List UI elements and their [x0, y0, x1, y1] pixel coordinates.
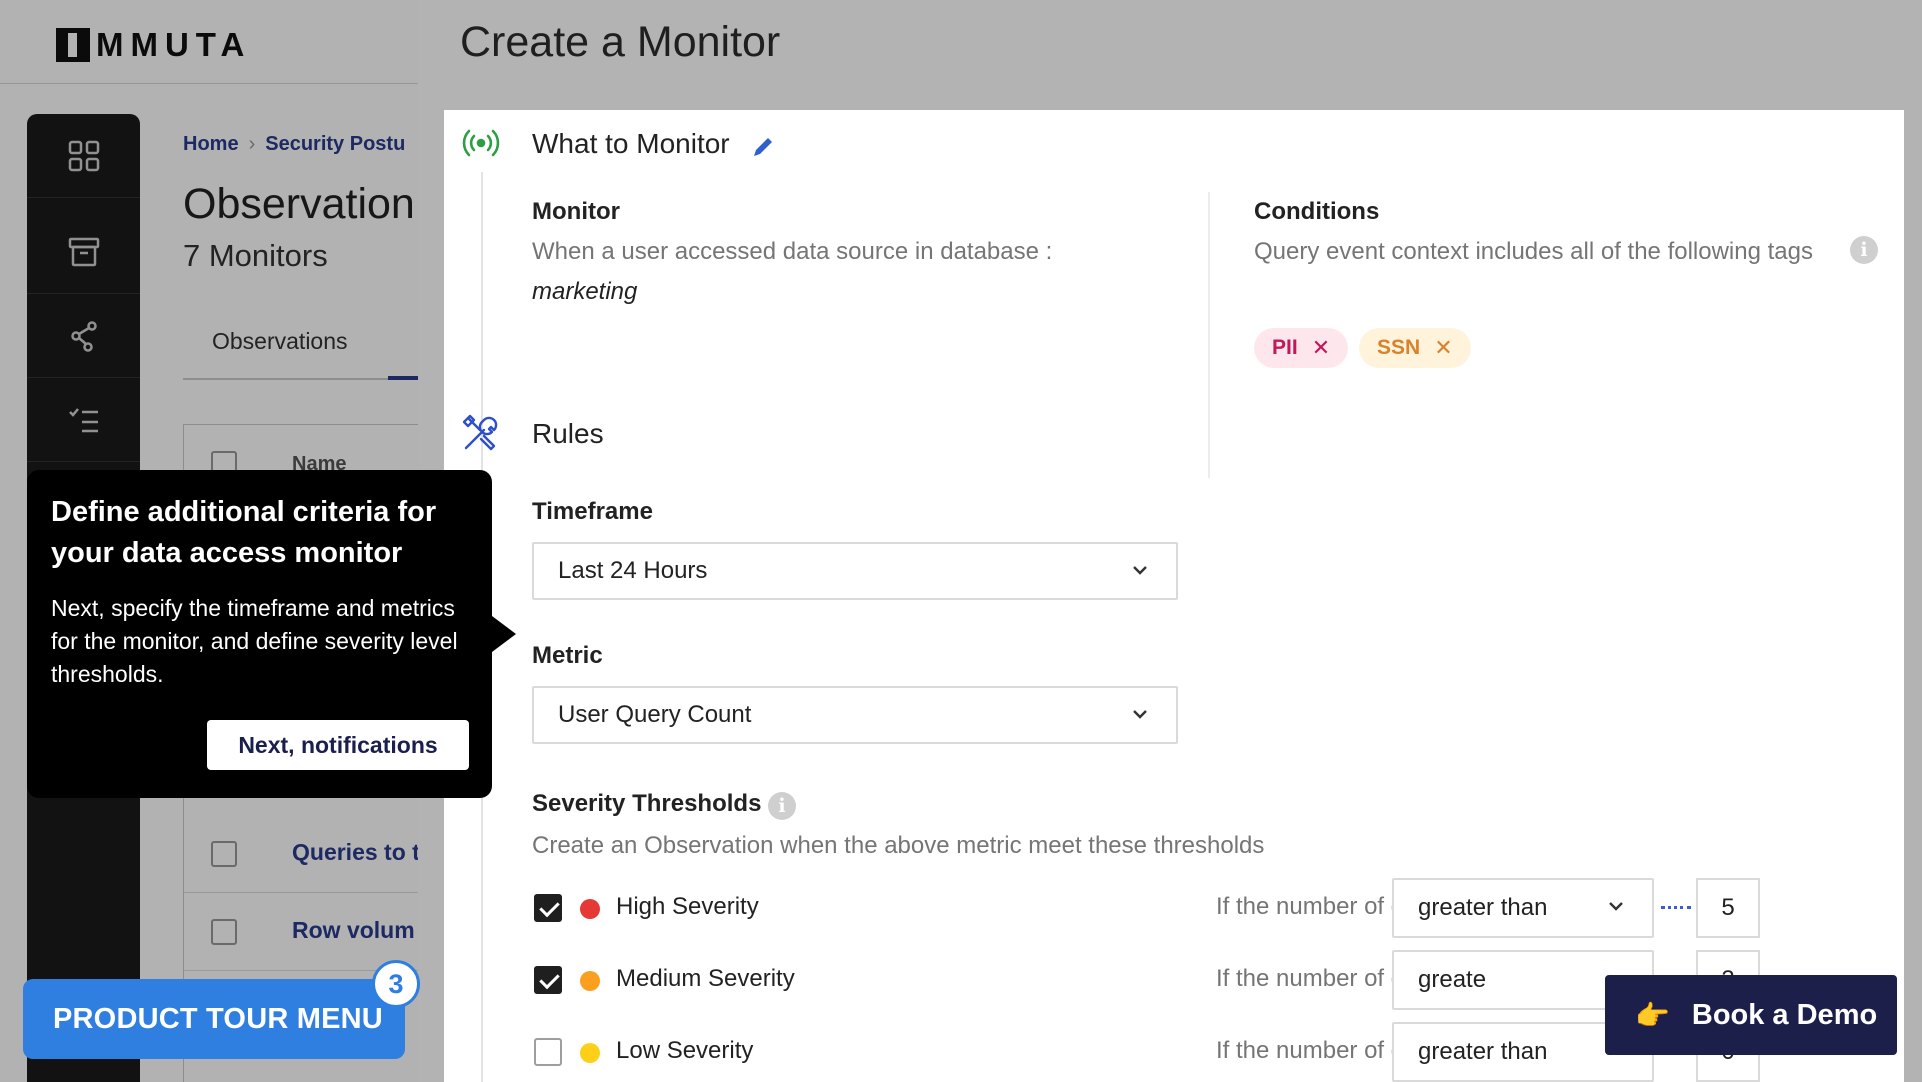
comparator-value: greater than [1418, 894, 1548, 921]
severity-dot-orange [580, 971, 600, 991]
medium-severity-checkbox[interactable] [534, 966, 562, 994]
timeframe-select[interactable]: Last 24 Hours [532, 542, 1178, 600]
severity-label-low: Low Severity [616, 1037, 754, 1064]
next-notifications-button[interactable]: Next, notifications [207, 720, 469, 770]
threshold-row-high: High Severity If the number of queries i… [534, 878, 1904, 938]
tag-label: SSN [1377, 336, 1421, 359]
severity-label-high: High Severity [616, 893, 759, 920]
section-title-rules: Rules [532, 418, 604, 449]
monitor-database: marketing [532, 278, 638, 305]
step-connector [481, 172, 483, 516]
severity-description: Create an Observation when the above met… [532, 832, 1265, 859]
high-severity-checkbox[interactable] [534, 894, 562, 922]
info-icon[interactable]: i [1850, 236, 1878, 264]
comparator-value: greater than [1418, 1038, 1548, 1065]
broadcast-icon [462, 129, 500, 157]
tour-step-badge: 3 [372, 960, 420, 1008]
tag-chip-pii: PII ✕ [1254, 328, 1349, 368]
drawer-title: Create a Monitor [460, 18, 781, 66]
severity-dot-red [580, 899, 600, 919]
chevron-down-icon [1609, 902, 1623, 911]
section-title-what: What to Monitor [532, 128, 730, 159]
tooltip-body: Next, specify the timeframe and metrics … [51, 595, 458, 687]
product-tour-menu-button[interactable]: PRODUCT TOUR MENU [23, 979, 405, 1059]
monitor-label: Monitor [532, 198, 620, 225]
demo-label: Book a Demo [1691, 998, 1878, 1031]
pointing-hand-icon: 👉 [1635, 999, 1670, 1031]
monitor-description: When a user accessed data source in data… [532, 238, 1053, 265]
column-divider [1208, 192, 1210, 478]
comparator-value: greate [1418, 966, 1487, 993]
info-icon[interactable]: i [768, 792, 796, 820]
severity-dot-yellow [580, 1043, 600, 1063]
book-demo-button[interactable]: 👉 Book a Demo [1605, 975, 1897, 1055]
comparator-select[interactable]: greater than [1392, 878, 1654, 938]
chevron-down-icon [1133, 566, 1147, 575]
tooltip-title: Define additional criteria for your data… [51, 496, 437, 569]
chevron-down-icon [1133, 710, 1147, 719]
monitor-form-card: What to Monitor Monitor When a user acce… [444, 110, 1904, 1082]
timeframe-label: Timeframe [532, 498, 653, 525]
metric-label: Metric [532, 642, 603, 669]
close-icon[interactable]: ✕ [1434, 335, 1452, 361]
pencil-icon[interactable] [750, 134, 776, 160]
timeframe-value: Last 24 Hours [558, 557, 708, 584]
tools-icon [462, 414, 498, 451]
tag-label: PII [1272, 336, 1298, 359]
threshold-value-input[interactable]: 5 [1696, 878, 1760, 938]
low-severity-checkbox[interactable] [534, 1038, 562, 1066]
conditions-label: Conditions [1254, 198, 1380, 225]
connector-dots [1661, 906, 1691, 909]
tour-label: PRODUCT TOUR MENU [53, 1002, 383, 1035]
close-icon[interactable]: ✕ [1312, 335, 1330, 361]
severity-label: Severity Thresholds [532, 790, 762, 817]
metric-value: User Query Count [558, 701, 752, 728]
metric-select[interactable]: User Query Count [532, 686, 1178, 744]
conditions-description: Query event context includes all of the … [1254, 238, 1813, 265]
product-tour-tooltip: Define additional criteria for your data… [27, 470, 516, 798]
severity-label-medium: Medium Severity [616, 965, 795, 992]
tag-chip-ssn: SSN ✕ [1359, 328, 1471, 368]
create-monitor-drawer: Create a Monitor What to Monitor Monitor… [418, 0, 1922, 1082]
